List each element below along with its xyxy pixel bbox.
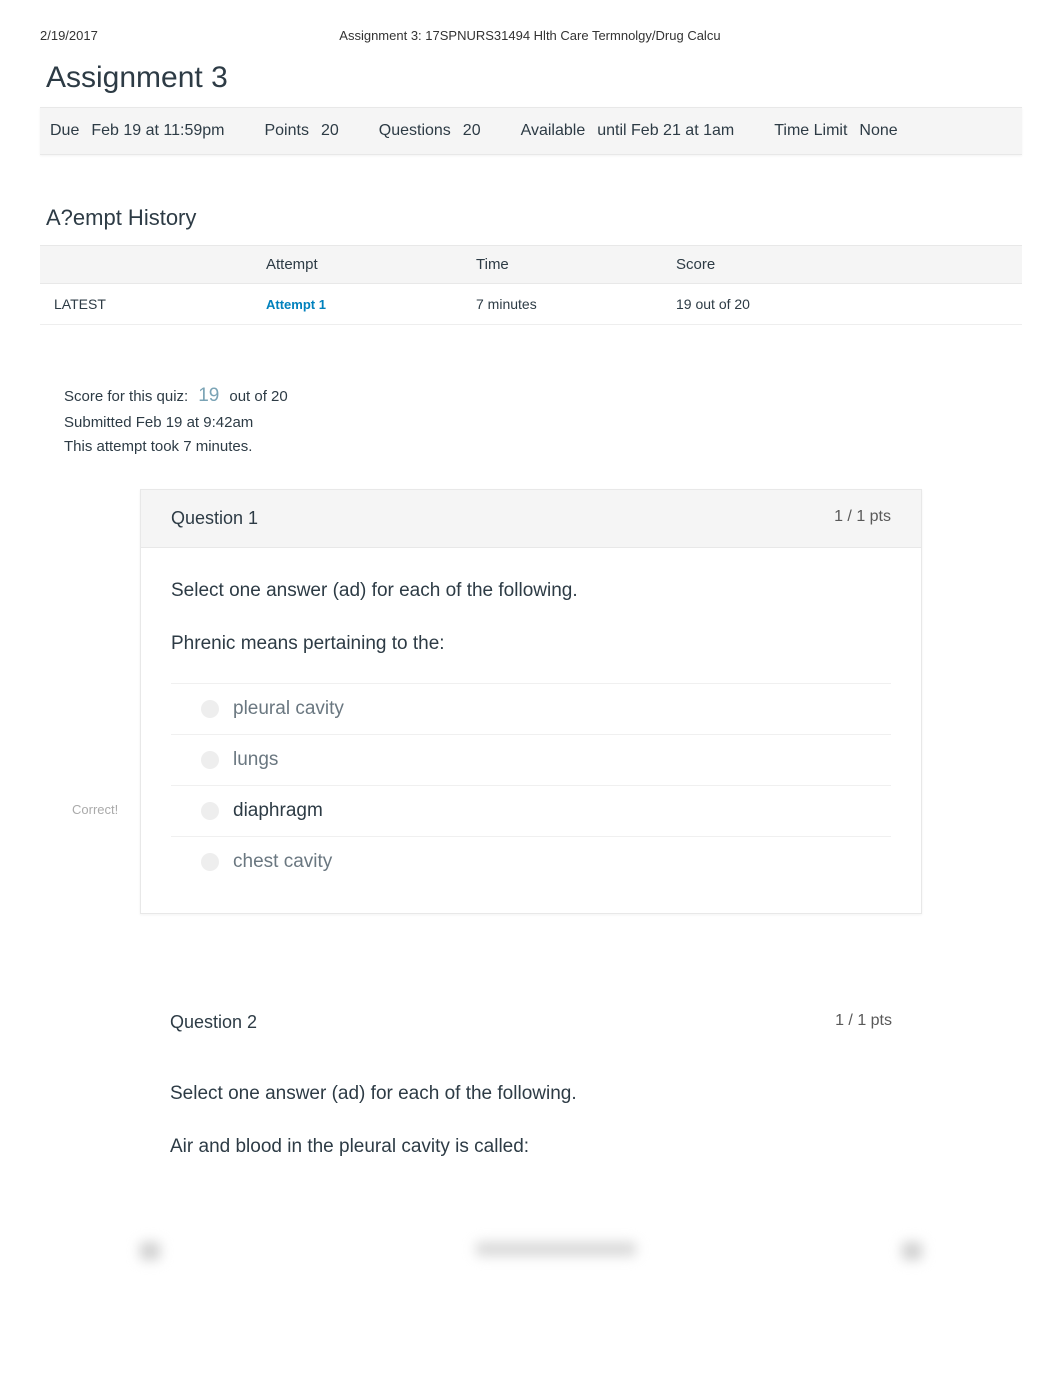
blur-shape bbox=[140, 1242, 160, 1260]
available-value: until Feb 21 at 1am bbox=[597, 122, 734, 140]
score-value: 19 bbox=[198, 381, 219, 411]
question-text: Phrenic means pertaining to the: bbox=[171, 629, 891, 659]
points-item: Points 20 bbox=[264, 122, 338, 140]
score-line: Score for this quiz: 19 out of 20 bbox=[64, 381, 998, 411]
radio-icon bbox=[201, 751, 219, 769]
question-prompt: Select one answer (ad) for each of the f… bbox=[171, 576, 891, 606]
submitted-line: Submitted Feb 19 at 9:42am bbox=[64, 411, 998, 435]
points-value: 20 bbox=[321, 122, 339, 140]
timelimit-label: Time Limit bbox=[774, 122, 847, 140]
answer-label: diaphragm bbox=[233, 800, 323, 822]
due-item: Due Feb 19 at 11:59pm bbox=[50, 122, 224, 140]
radio-icon bbox=[201, 853, 219, 871]
col-score-header: Score bbox=[670, 246, 1022, 284]
timelimit-value: None bbox=[859, 122, 897, 140]
attempt-link[interactable]: Attempt 1 bbox=[266, 297, 326, 312]
question-text: Air and blood in the pleural cavity is c… bbox=[170, 1132, 892, 1162]
header-date: 2/19/2017 bbox=[40, 28, 98, 43]
question-pts: 1 / 1 pts bbox=[835, 1012, 892, 1033]
col-attempt: Attempt bbox=[260, 246, 470, 284]
question-body: Select one answer (ad) for each of the f… bbox=[140, 1051, 922, 1212]
available-label: Available bbox=[521, 122, 586, 140]
attempt-history-title: A?empt History bbox=[0, 155, 1062, 245]
row-time: 7 minutes bbox=[470, 284, 670, 325]
points-label: Points bbox=[264, 122, 308, 140]
blur-shape bbox=[476, 1242, 636, 1256]
answer-row: chest cavity bbox=[171, 836, 891, 887]
questions-value: 20 bbox=[463, 122, 481, 140]
answer-row: pleural cavity bbox=[171, 683, 891, 734]
answer-label: pleural cavity bbox=[233, 698, 344, 720]
page-header: 2/19/2017 Assignment 3: 17SPNURS31494 Hl… bbox=[0, 0, 1062, 53]
col-status bbox=[40, 246, 260, 284]
question-number: Question 1 bbox=[171, 508, 258, 529]
radio-icon bbox=[201, 802, 219, 820]
answer-row: lungs bbox=[171, 734, 891, 785]
answer-label: chest cavity bbox=[233, 851, 332, 873]
score-summary: Score for this quiz: 19 out of 20 Submit… bbox=[0, 325, 1062, 459]
questions-item: Questions 20 bbox=[379, 122, 481, 140]
blurred-preview-region bbox=[140, 1242, 922, 1260]
assignment-info-bar: Due Feb 19 at 11:59pm Points 20 Question… bbox=[40, 107, 1022, 155]
question-block-1: Question 1 1 / 1 pts Select one answer (… bbox=[140, 489, 922, 914]
question-block-2: Question 2 1 / 1 pts Select one answer (… bbox=[140, 994, 922, 1212]
row-status: LATEST bbox=[40, 284, 260, 325]
score-suffix: out of 20 bbox=[229, 385, 287, 409]
question-header: Question 1 1 / 1 pts bbox=[141, 490, 921, 548]
answer-label: lungs bbox=[233, 749, 278, 771]
question-pts: 1 / 1 pts bbox=[834, 508, 891, 529]
blur-shape bbox=[902, 1242, 922, 1260]
due-value: Feb 19 at 11:59pm bbox=[91, 122, 224, 140]
table-row: LATEST Attempt 1 7 minutes 19 out of 20 bbox=[40, 284, 1022, 325]
radio-icon bbox=[201, 700, 219, 718]
assignment-title: Assignment 3 bbox=[0, 53, 1062, 107]
table-header-row: Attempt Time Score bbox=[40, 246, 1022, 284]
question-number: Question 2 bbox=[170, 1012, 257, 1033]
questions-label: Questions bbox=[379, 122, 451, 140]
timelimit-item: Time Limit None bbox=[774, 122, 897, 140]
answer-row-correct: Correct! diaphragm bbox=[171, 785, 891, 836]
due-label: Due bbox=[50, 122, 79, 140]
row-attempt: Attempt 1 bbox=[260, 284, 470, 325]
question-prompt: Select one answer (ad) for each of the f… bbox=[170, 1079, 892, 1109]
available-item: Available until Feb 21 at 1am bbox=[521, 122, 735, 140]
question-body: Select one answer (ad) for each of the f… bbox=[141, 548, 921, 913]
score-label: Score for this quiz: bbox=[64, 385, 188, 409]
correct-tag: Correct! bbox=[72, 802, 118, 817]
duration-line: This attempt took 7 minutes. bbox=[64, 435, 998, 459]
question-header: Question 2 1 / 1 pts bbox=[140, 994, 922, 1051]
col-time: Time bbox=[470, 246, 670, 284]
row-score: 19 out of 20 bbox=[670, 284, 1022, 325]
attempt-history-table: Attempt Time Score LATEST Attempt 1 7 mi… bbox=[40, 245, 1022, 325]
header-course-title: Assignment 3: 17SPNURS31494 Hlth Care Te… bbox=[98, 28, 962, 43]
